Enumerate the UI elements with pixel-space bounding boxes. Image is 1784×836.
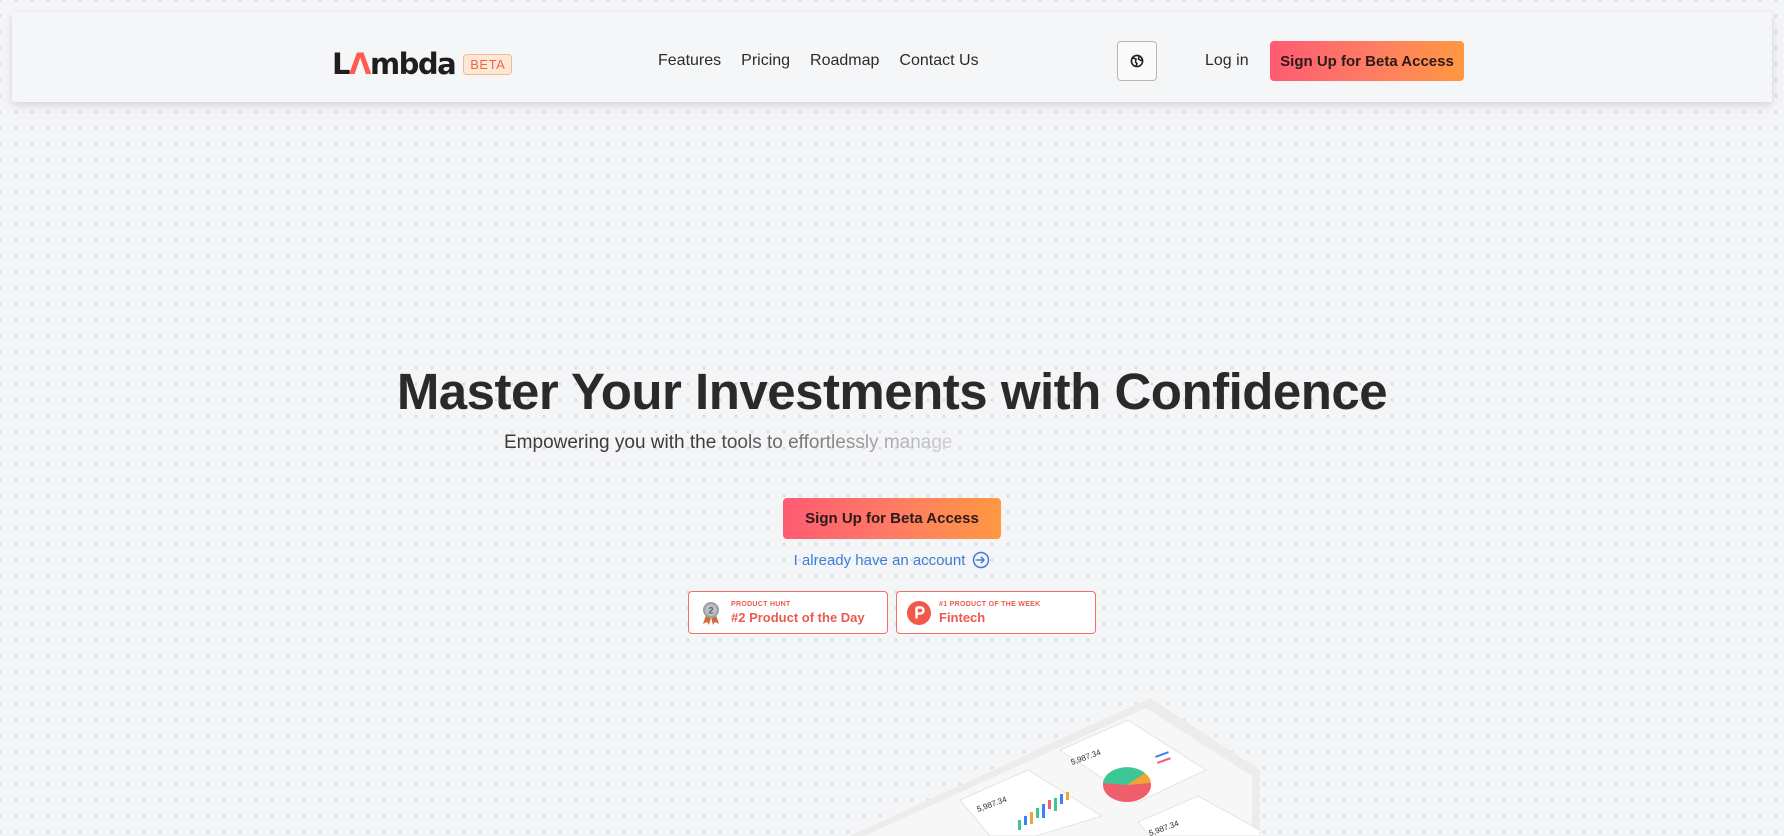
nav-signup-button[interactable]: Sign Up for Beta Access: [1270, 41, 1464, 81]
hero-subtitle: Empowering you with the tools to effortl…: [504, 432, 953, 453]
logo[interactable]: LΛmbda BETA: [332, 44, 513, 84]
nav-links: Features Pricing Roadmap Contact Us: [658, 52, 979, 70]
svg-text:2: 2: [708, 605, 713, 615]
globe-icon: [1130, 54, 1144, 68]
badge-source-label: PRODUCT HUNT: [731, 600, 791, 608]
nav-link-features[interactable]: Features: [658, 52, 721, 70]
nav-link-roadmap[interactable]: Roadmap: [810, 52, 879, 70]
login-link[interactable]: Log in: [1205, 52, 1249, 70]
language-button[interactable]: [1117, 41, 1157, 81]
nav-link-pricing[interactable]: Pricing: [741, 52, 790, 70]
product-hunt-icon: [907, 600, 931, 625]
logo-wordmark: LΛmbda: [332, 47, 457, 81]
hero-signup-button[interactable]: Sign Up for Beta Access: [783, 498, 1001, 539]
product-hunt-day-badge[interactable]: 2 PRODUCT HUNT #2 Product of the Day: [688, 591, 888, 634]
badge-title: #2 Product of the Day: [731, 609, 865, 625]
beta-badge: BETA: [463, 53, 513, 75]
medal-icon: 2: [703, 601, 719, 625]
existing-account-label: I already have an account: [793, 551, 966, 569]
dashboard-preview-image: 5,987.34 5,987.34 5,987.34: [850, 698, 1260, 836]
hero-title: Master Your Investments with Confidence: [396, 363, 1388, 420]
arrow-right-circle-icon: [973, 551, 990, 569]
badge-source-label: #1 PRODUCT OF THE WEEK: [939, 600, 1041, 608]
top-navbar: LΛmbda BETA Features Pricing Roadmap Con…: [12, 12, 1772, 102]
product-of-week-badge[interactable]: #1 PRODUCT OF THE WEEK Fintech: [896, 591, 1096, 634]
nav-link-contact-us[interactable]: Contact Us: [899, 52, 978, 70]
existing-account-link[interactable]: I already have an account: [0, 551, 1784, 569]
badge-title: Fintech: [939, 609, 986, 625]
